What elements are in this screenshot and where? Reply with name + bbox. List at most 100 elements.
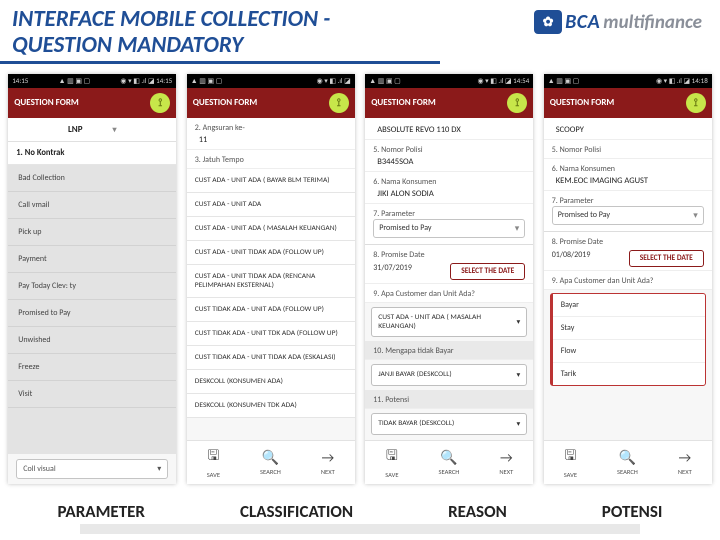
status-right: ◉ ▾ ◧ .ıl ◪ 14:15 bbox=[120, 76, 172, 85]
q8-value: 31/07/2019 bbox=[373, 263, 412, 273]
logo-text-bca: BCA bbox=[565, 10, 600, 34]
bottom-nav: 🖫SAVE 🔍 SEARCH →NEXT bbox=[544, 440, 712, 484]
list-item[interactable]: DESKCOLL (KONSUMEN ADA) bbox=[187, 370, 355, 394]
q9-label: 9. Apa Customer dan Unit Ada? bbox=[373, 289, 525, 299]
select-date-button[interactable]: SELECT THE DATE bbox=[450, 263, 525, 280]
list-item[interactable]: DESKCOLL (KONSUMEN TDK ADA) bbox=[187, 394, 355, 418]
list-item[interactable]: Call vmail bbox=[8, 192, 176, 219]
status-bar: ▲ ▥ ▣ ▢ ◉ ▾ ◧ .ıl ◪ 14:18 bbox=[544, 74, 712, 88]
list-item[interactable]: CUST ADA - UNIT ADA ( BAYAR BLM TERIMA) bbox=[187, 169, 355, 193]
q10-value: JANJI BAYAR (DESKCOLL) bbox=[378, 370, 451, 379]
save-button[interactable]: 🖫SAVE bbox=[564, 445, 577, 479]
question-10: 10. Mengapa tidak Bayar bbox=[365, 341, 533, 360]
label-reason: REASON bbox=[448, 501, 507, 522]
search-icon: 🔍 bbox=[440, 449, 457, 466]
list-item[interactable]: Payment bbox=[8, 246, 176, 273]
appbar-title: QUESTION FORM bbox=[193, 97, 258, 108]
list-item[interactable]: Promised to Pay bbox=[8, 300, 176, 327]
parameter-dropdown[interactable]: Promised to Pay ▾ bbox=[373, 219, 525, 238]
phone-classification: ▲ ▥ ▣ ▢ ◉ ▾ ◧ .ıl ◪ QUESTION FORM ⟟ 2. A… bbox=[187, 74, 355, 484]
arrow-right-icon: → bbox=[500, 449, 513, 466]
status-bar: ▲ ▥ ▣ ▢ ◉ ▾ ◧ .ıl ◪ 14:54 bbox=[365, 74, 533, 88]
status-icons: ▲ ▥ ▣ ▢ bbox=[59, 76, 91, 85]
list-item[interactable]: CUST ADA - UNIT ADA ( MASALAH KEUANGAN) bbox=[187, 217, 355, 241]
parameter-dropdown[interactable]: Promised to Pay ▾ bbox=[552, 206, 704, 225]
status-bar: ▲ ▥ ▣ ▢ ◉ ▾ ◧ .ıl ◪ bbox=[187, 74, 355, 88]
save-icon: 🖫 bbox=[564, 445, 576, 469]
search-button[interactable]: 🔍 SEARCH bbox=[617, 449, 638, 476]
select-collvisual[interactable]: Coll visual ▾ bbox=[16, 459, 168, 479]
status-bar: 14:15 ▲ ▥ ▣ ▢ ◉ ▾ ◧ .ıl ◪ 14:15 bbox=[8, 74, 176, 88]
unit-value: ABSOLUTE REVO 110 DX bbox=[373, 123, 525, 136]
question-5: 5. Nomor Polisi B3445SOA bbox=[365, 140, 533, 172]
list-item[interactable]: CUST TIDAK ADA - UNIT TDK ADA (FOLLOW UP… bbox=[187, 322, 355, 346]
question-6: 6. Nama Konsumen KEM.EOC IMAGING AGUST bbox=[544, 159, 712, 191]
status-time: 14:15 bbox=[12, 76, 28, 85]
q7-value: Promised to Pay bbox=[379, 223, 431, 233]
question-8: 8. Promise Date 01/08/2019 SELECT THE DA… bbox=[544, 232, 712, 271]
app-bar: QUESTION FORM ⟟ bbox=[187, 88, 355, 118]
list-item[interactable]: Pick up bbox=[8, 219, 176, 246]
lnp-dropdown[interactable]: LNP▾ bbox=[8, 118, 176, 142]
q9-value: CUST ADA - UNIT ADA ( MASALAH KEUANGAN) bbox=[378, 313, 516, 331]
chevron-down-icon: ▾ bbox=[693, 210, 698, 221]
q5-label: 5. Nomor Polisi bbox=[373, 145, 525, 155]
q11-select[interactable]: TIDAK BAYAR (DESKCOLL)▾ bbox=[371, 413, 527, 435]
question-8: 8. Promise Date 31/07/2019 SELECT THE DA… bbox=[365, 245, 533, 284]
list-item[interactable]: Pay Today Clev: ty bbox=[8, 273, 176, 300]
unit-name: SCOOPY bbox=[544, 118, 712, 140]
status-icons: ▲ ▥ ▣ ▢ bbox=[369, 76, 401, 85]
search-label: SEARCH bbox=[617, 468, 638, 476]
list-item[interactable]: Tarik bbox=[553, 363, 705, 385]
location-pin-icon[interactable]: ⟟ bbox=[150, 93, 170, 113]
footer-bar bbox=[80, 524, 640, 534]
q9-label: 9. Apa Customer dan Unit Ada? bbox=[552, 276, 704, 286]
next-label: NEXT bbox=[499, 468, 513, 476]
q7-label: 7. Parameter bbox=[552, 196, 704, 206]
location-pin-icon[interactable]: ⟟ bbox=[507, 93, 527, 113]
search-label: SEARCH bbox=[439, 468, 460, 476]
select-date-button[interactable]: SELECT THE DATE bbox=[629, 250, 704, 267]
chevron-down-icon: ▾ bbox=[515, 223, 520, 234]
q8-value: 01/08/2019 bbox=[552, 250, 591, 260]
question-5: 5. Nomor Polisi bbox=[544, 140, 712, 159]
save-icon: 🖫 bbox=[207, 445, 219, 469]
list-item[interactable]: Visit bbox=[8, 381, 176, 408]
brand-logo: ✿ BCAmultifinance bbox=[534, 10, 702, 34]
app-bar: QUESTION FORM ⟟ bbox=[8, 88, 176, 118]
list-item[interactable]: Flow bbox=[553, 340, 705, 363]
appbar-title: QUESTION FORM bbox=[550, 97, 615, 108]
search-icon: 🔍 bbox=[619, 449, 636, 466]
q7-value: Promised to Pay bbox=[558, 210, 610, 220]
list-item[interactable]: CUST ADA - UNIT ADA bbox=[187, 193, 355, 217]
list-item[interactable]: Bayar bbox=[553, 294, 705, 317]
save-button[interactable]: 🖫SAVE bbox=[207, 445, 220, 479]
search-button[interactable]: 🔍 SEARCH bbox=[439, 449, 460, 476]
question-11: 11. Potensi bbox=[365, 390, 533, 409]
location-pin-icon[interactable]: ⟟ bbox=[329, 93, 349, 113]
label-classification: CLASSIFICATION bbox=[240, 501, 353, 522]
list-item[interactable]: CUST ADA - UNIT TIDAK ADA (RENCANA PELIM… bbox=[187, 265, 355, 298]
next-button[interactable]: →NEXT bbox=[321, 449, 335, 476]
location-pin-icon[interactable]: ⟟ bbox=[686, 93, 706, 113]
list-item[interactable]: Bad Collection bbox=[8, 165, 176, 192]
next-button[interactable]: → NEXT bbox=[499, 449, 513, 476]
list-item[interactable]: Unwished bbox=[8, 327, 176, 354]
q11-label: 11. Potensi bbox=[373, 395, 525, 405]
save-button[interactable]: 🖫SAVE bbox=[385, 445, 398, 479]
list-item[interactable]: CUST ADA - UNIT TIDAK ADA (FOLLOW UP) bbox=[187, 241, 355, 265]
potensi-list: Bayar Stay Flow Tarik bbox=[550, 293, 706, 386]
list-item[interactable]: CUST TIDAK ADA - UNIT ADA (FOLLOW UP) bbox=[187, 298, 355, 322]
list-item[interactable]: CUST TIDAK ADA - UNIT TIDAK ADA (ESKALAS… bbox=[187, 346, 355, 370]
question-2: 2. Angsuran ke- 11 bbox=[187, 118, 355, 150]
status-right: ◉ ▾ ◧ .ıl ◪ 14:54 bbox=[477, 76, 529, 85]
list-item[interactable]: Stay bbox=[553, 317, 705, 340]
search-button[interactable]: 🔍SEARCH bbox=[260, 449, 281, 476]
q9-select[interactable]: CUST ADA - UNIT ADA ( MASALAH KEUANGAN)▾ bbox=[371, 307, 527, 337]
next-button[interactable]: →NEXT bbox=[678, 449, 692, 476]
q3-label: 3. Jatuh Tempo bbox=[195, 155, 347, 165]
list-item[interactable]: Freeze bbox=[8, 354, 176, 381]
logo-text-multifinance: multifinance bbox=[603, 11, 702, 34]
q5-value: B3445SOA bbox=[373, 155, 525, 168]
q10-select[interactable]: JANJI BAYAR (DESKCOLL)▾ bbox=[371, 364, 527, 386]
